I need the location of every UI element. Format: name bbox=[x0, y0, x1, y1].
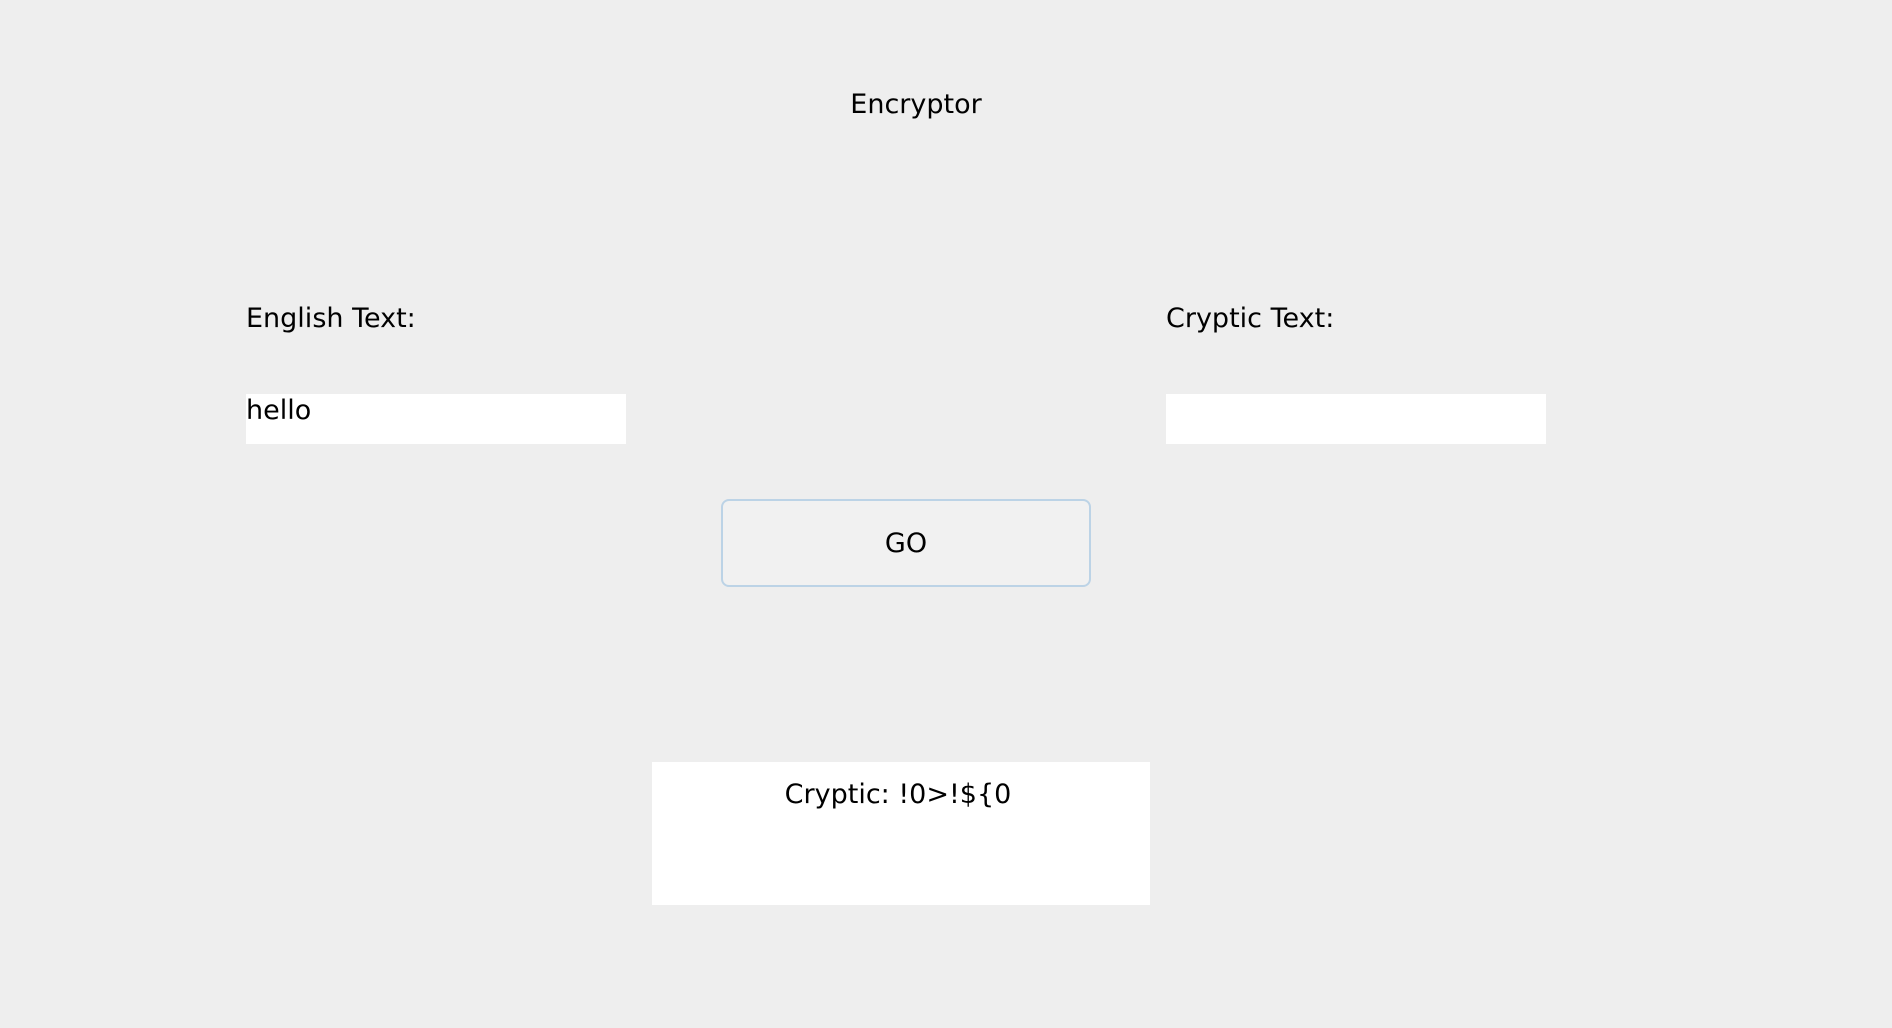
english-text-field[interactable]: hello bbox=[246, 394, 626, 444]
output-panel: Cryptic: !0>!${0 bbox=[652, 762, 1150, 905]
english-text-value: hello bbox=[246, 395, 312, 426]
output-text: Cryptic: !0>!${0 bbox=[784, 779, 1012, 810]
cryptic-text-field[interactable] bbox=[1166, 394, 1546, 444]
encryptor-window: Encryptor English Text: Cryptic Text: he… bbox=[0, 0, 1892, 1028]
go-button-label: GO bbox=[884, 527, 928, 559]
window-title: Encryptor bbox=[850, 89, 982, 120]
cryptic-text-label: Cryptic Text: bbox=[1166, 303, 1335, 334]
english-text-label: English Text: bbox=[246, 303, 416, 334]
go-button[interactable]: GO bbox=[721, 499, 1091, 587]
